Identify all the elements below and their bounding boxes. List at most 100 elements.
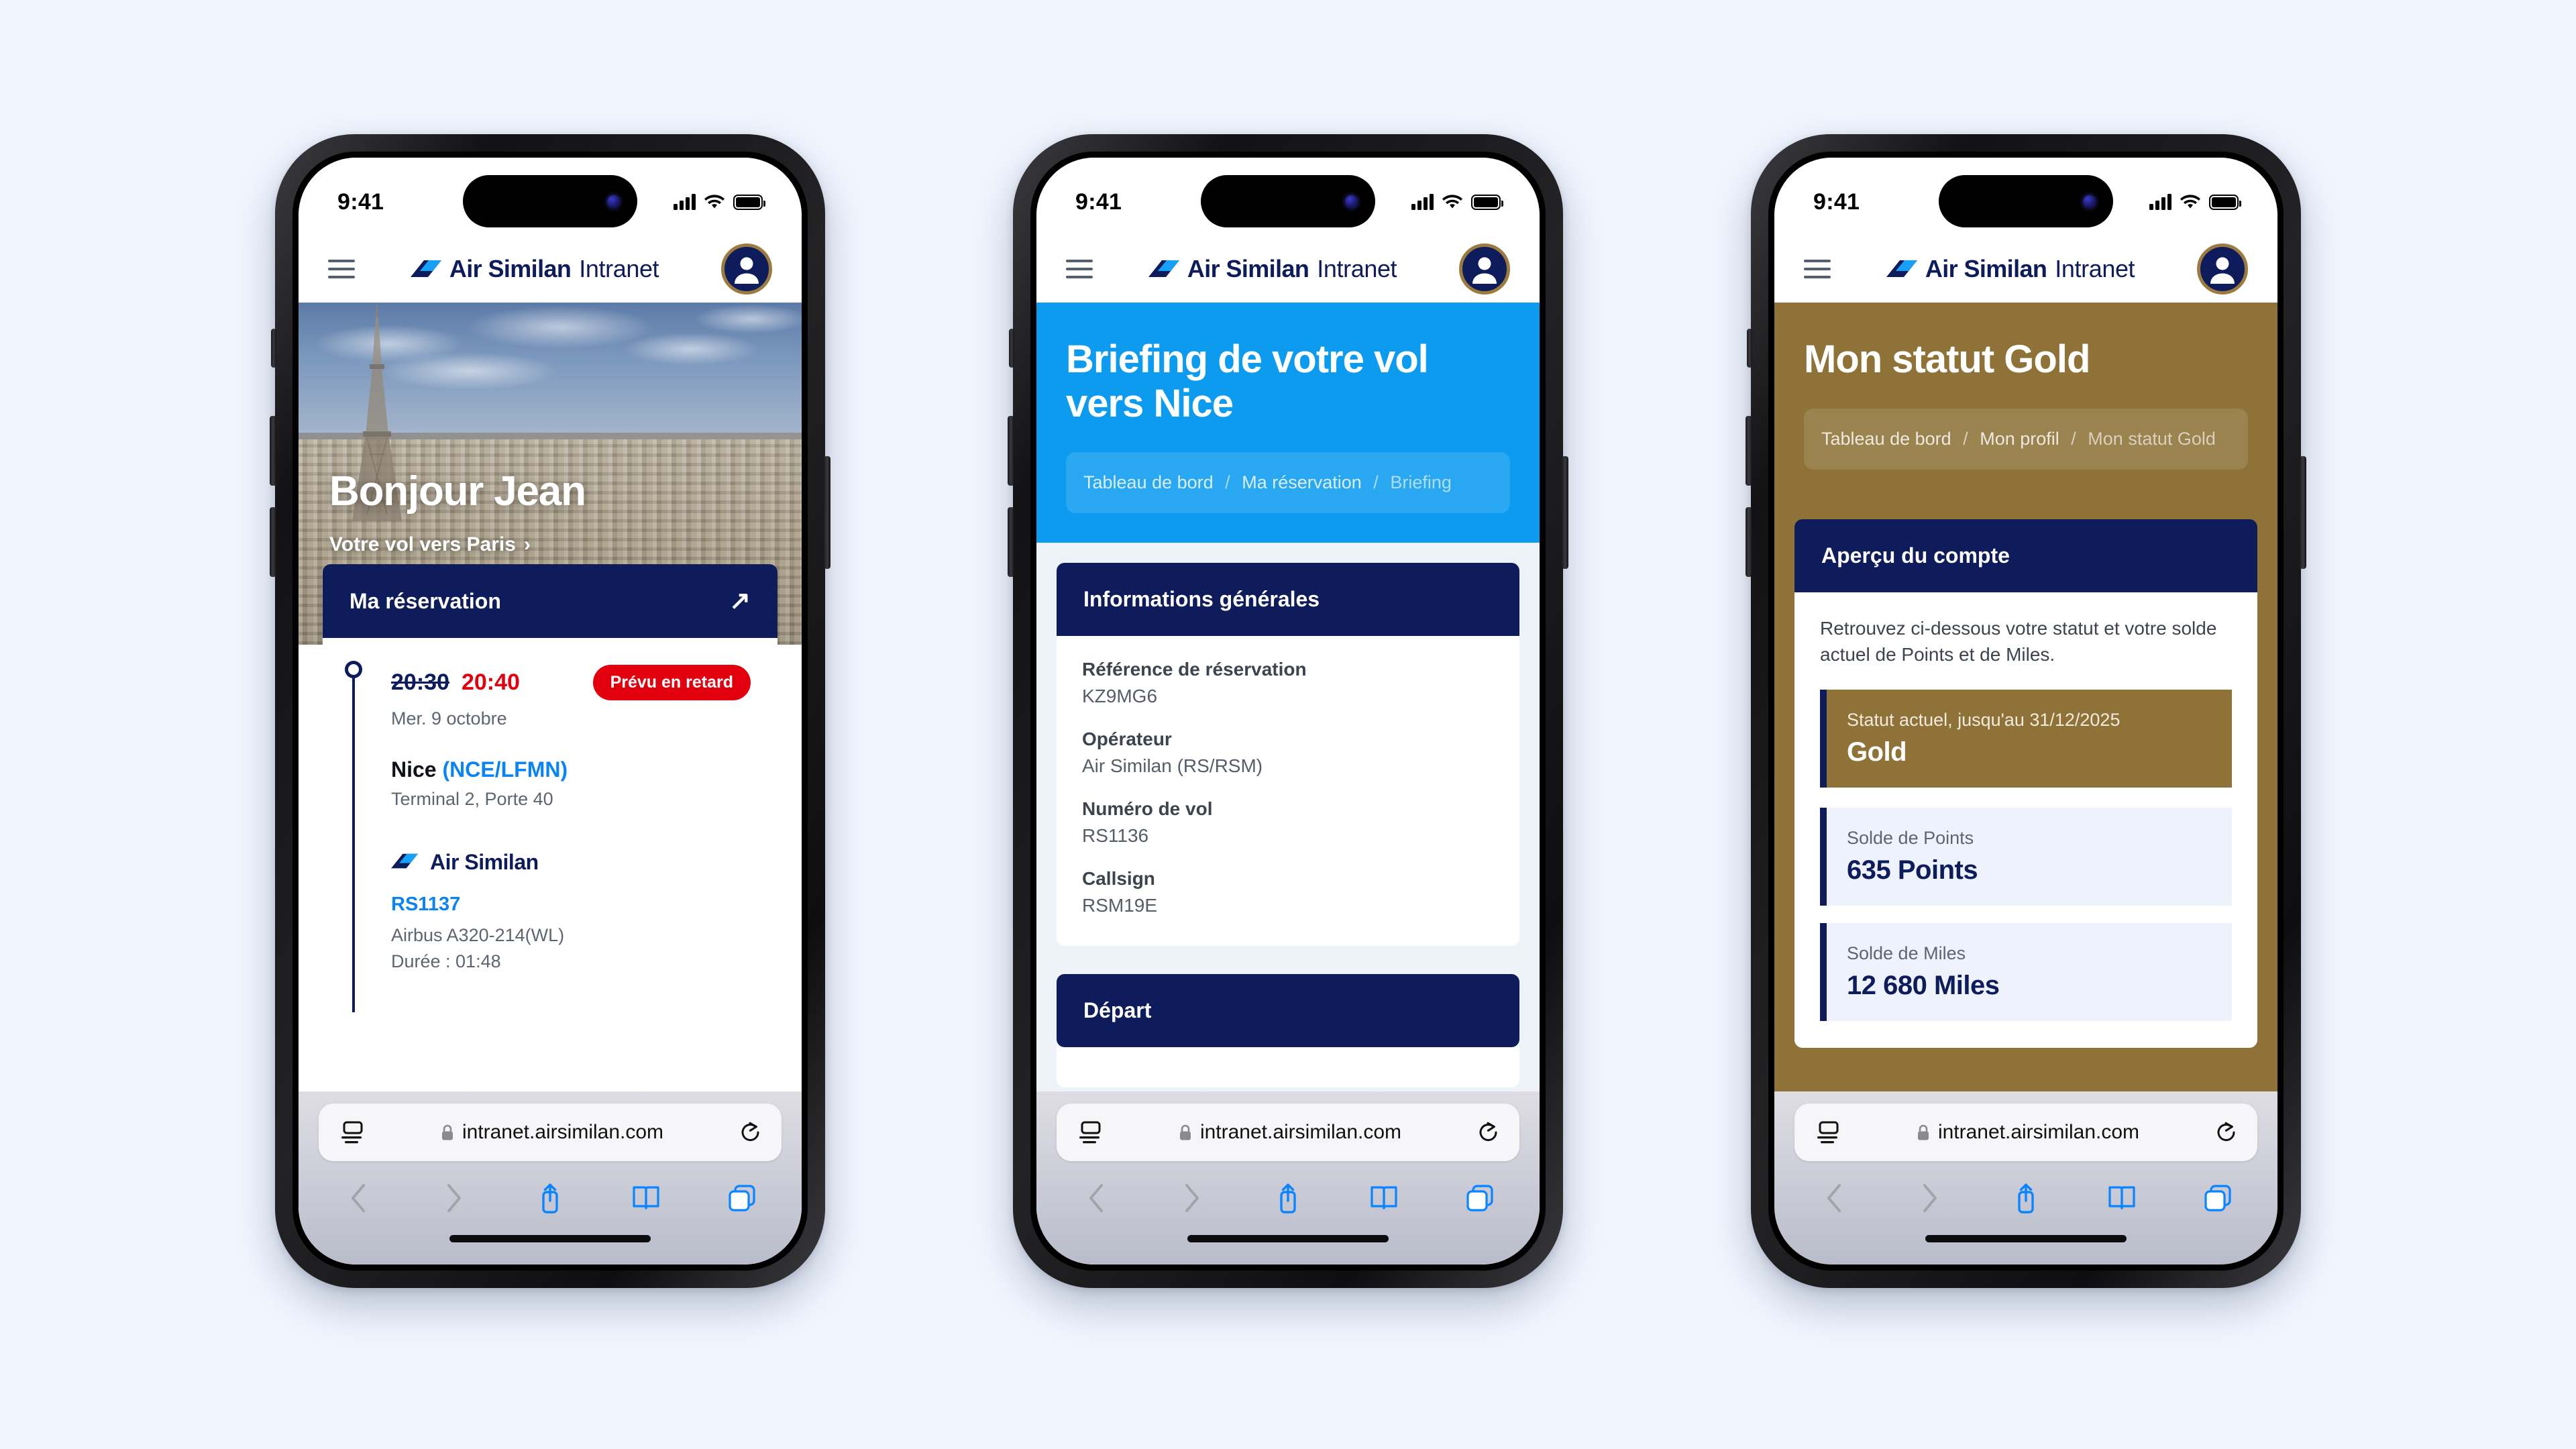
aircraft-type: Airbus A320-214(WL): [391, 925, 565, 945]
front-camera-icon: [607, 195, 620, 208]
volume-up-button[interactable]: [1746, 416, 1752, 486]
dynamic-island: [1201, 175, 1375, 227]
account-intro-text: Retrouvez ci-dessous votre statut et vot…: [1794, 592, 2257, 681]
tabs-icon[interactable]: [1456, 1175, 1503, 1222]
browser-tabbar: [1057, 1161, 1519, 1235]
breadcrumb-separator: /: [1225, 472, 1230, 493]
brand-logo[interactable]: Air Similan Intranet: [348, 255, 721, 283]
share-icon[interactable]: [527, 1175, 574, 1222]
lock-icon: [441, 1124, 454, 1141]
breadcrumb-separator: /: [1963, 428, 1968, 449]
front-camera-icon: [1345, 195, 1358, 208]
dynamic-island: [1939, 175, 2113, 227]
bookmarks-icon[interactable]: [623, 1175, 669, 1222]
brand-name-light: Intranet: [579, 255, 659, 282]
points-balance-card: Solde de Points 635 Points: [1820, 808, 2232, 906]
reload-icon[interactable]: [1478, 1121, 1499, 1144]
phone-screen-1: 9:41 Air Similan Intranet Bonjour Jean V…: [299, 158, 802, 1265]
home-indicator[interactable]: [1794, 1235, 2257, 1265]
reservation-card-header[interactable]: Ma réservation ↗: [323, 564, 777, 638]
user-avatar-icon[interactable]: [2197, 244, 2248, 294]
page-hero-briefing: Briefing de votre vol vers Nice Tableau …: [1036, 303, 1540, 543]
power-button[interactable]: [1562, 456, 1568, 569]
power-button[interactable]: [824, 456, 830, 569]
app-header: Air Similan Intranet: [1774, 235, 2277, 303]
url-display[interactable]: intranet.airsimilan.com: [1102, 1121, 1478, 1144]
brand-logo[interactable]: Air Similan Intranet: [1086, 255, 1459, 283]
url-display[interactable]: intranet.airsimilan.com: [364, 1121, 740, 1144]
status-bar: 9:41: [1774, 158, 2277, 235]
page-settings-icon[interactable]: [339, 1121, 364, 1144]
brand-name-bold: Air Similan: [449, 255, 572, 282]
breadcrumb-item-2: Briefing: [1390, 472, 1452, 493]
status-clock: 9:41: [337, 189, 384, 215]
forward-chevron-icon[interactable]: [1169, 1175, 1216, 1222]
tabs-icon[interactable]: [2194, 1175, 2241, 1222]
timeline-dot-icon: [345, 661, 362, 678]
chevron-right-icon: ›: [523, 533, 531, 555]
url-bar[interactable]: intranet.airsimilan.com: [319, 1104, 782, 1161]
reservation-card[interactable]: Ma réservation ↗ 20:30 20:40 Prévu en re…: [323, 564, 777, 1012]
silent-switch[interactable]: [1009, 329, 1014, 368]
airport-city: Nice: [391, 757, 437, 782]
departure-header: Départ: [1057, 974, 1519, 1048]
breadcrumb-item-0[interactable]: Tableau de bord: [1821, 429, 1951, 449]
reload-icon[interactable]: [2216, 1121, 2237, 1144]
phone-device-3: 9:41 Air Similan Intranet Mon statut Gol…: [1746, 134, 2306, 1288]
brand-logo[interactable]: Air Similan Intranet: [1824, 255, 2197, 283]
breadcrumb-item-0[interactable]: Tableau de bord: [1083, 472, 1214, 492]
actual-time: 20:40: [461, 669, 520, 695]
back-chevron-icon[interactable]: [335, 1175, 382, 1222]
bookmarks-icon[interactable]: [1360, 1175, 1407, 1222]
silent-switch[interactable]: [1747, 329, 1752, 368]
volume-down-button[interactable]: [270, 507, 276, 577]
volume-down-button[interactable]: [1008, 507, 1014, 577]
forward-chevron-icon[interactable]: [431, 1175, 478, 1222]
breadcrumb-item-1[interactable]: Ma réservation: [1242, 472, 1362, 492]
flight-duration: Durée : 01:48: [391, 951, 501, 971]
flight-date: Mer. 9 octobre: [391, 708, 507, 729]
page-settings-icon[interactable]: [1815, 1121, 1840, 1144]
breadcrumb-item-1[interactable]: Mon profil: [1980, 429, 2059, 449]
flight-link[interactable]: Votre vol vers Paris ›: [329, 533, 771, 556]
url-bar[interactable]: intranet.airsimilan.com: [1794, 1104, 2257, 1161]
silent-switch[interactable]: [271, 329, 276, 368]
volume-up-button[interactable]: [270, 416, 276, 486]
field-label: Opérateur: [1082, 729, 1172, 750]
power-button[interactable]: [2300, 456, 2306, 569]
browser-tabbar: [319, 1161, 782, 1235]
url-text: intranet.airsimilan.com: [1937, 1121, 2140, 1143]
volume-up-button[interactable]: [1008, 416, 1014, 486]
home-indicator[interactable]: [1057, 1235, 1519, 1265]
volume-down-button[interactable]: [1746, 507, 1752, 577]
user-avatar-icon[interactable]: [1459, 244, 1510, 294]
airline-tail-icon: [1148, 259, 1179, 279]
breadcrumb-separator: /: [2071, 428, 2076, 449]
home-indicator[interactable]: [319, 1235, 782, 1265]
arrow-up-right-icon[interactable]: ↗: [729, 588, 751, 614]
back-chevron-icon[interactable]: [1811, 1175, 1858, 1222]
reload-icon[interactable]: [740, 1121, 761, 1144]
bookmarks-icon[interactable]: [2098, 1175, 2145, 1222]
general-info-body: Référence de réservation KZ9MG6 Opérateu…: [1057, 636, 1519, 947]
breadcrumb: Tableau de bord / Ma réservation / Brief…: [1066, 452, 1510, 514]
forward-chevron-icon[interactable]: [1907, 1175, 1953, 1222]
share-icon[interactable]: [1265, 1175, 1311, 1222]
tabs-icon[interactable]: [718, 1175, 765, 1222]
phone-bezel-1: 9:41 Air Similan Intranet Bonjour Jean V…: [292, 152, 808, 1271]
field-value: RS1136: [1082, 825, 1149, 847]
lock-icon: [1917, 1124, 1930, 1141]
airline-tail-icon: [410, 259, 441, 279]
terminal-gate: Terminal 2, Porte 40: [391, 789, 553, 809]
battery-icon: [733, 194, 765, 210]
app-header: Air Similan Intranet: [1036, 235, 1540, 303]
flight-number[interactable]: RS1137: [391, 894, 751, 916]
back-chevron-icon[interactable]: [1073, 1175, 1120, 1222]
share-icon[interactable]: [2002, 1175, 2049, 1222]
url-display[interactable]: intranet.airsimilan.com: [1840, 1121, 2216, 1144]
points-balance-value: 635 Points: [1847, 855, 1978, 885]
user-avatar-icon[interactable]: [721, 244, 772, 294]
page-settings-icon[interactable]: [1077, 1121, 1102, 1144]
points-balance-label: Solde de Points: [1847, 828, 1974, 849]
url-bar[interactable]: intranet.airsimilan.com: [1057, 1104, 1519, 1161]
